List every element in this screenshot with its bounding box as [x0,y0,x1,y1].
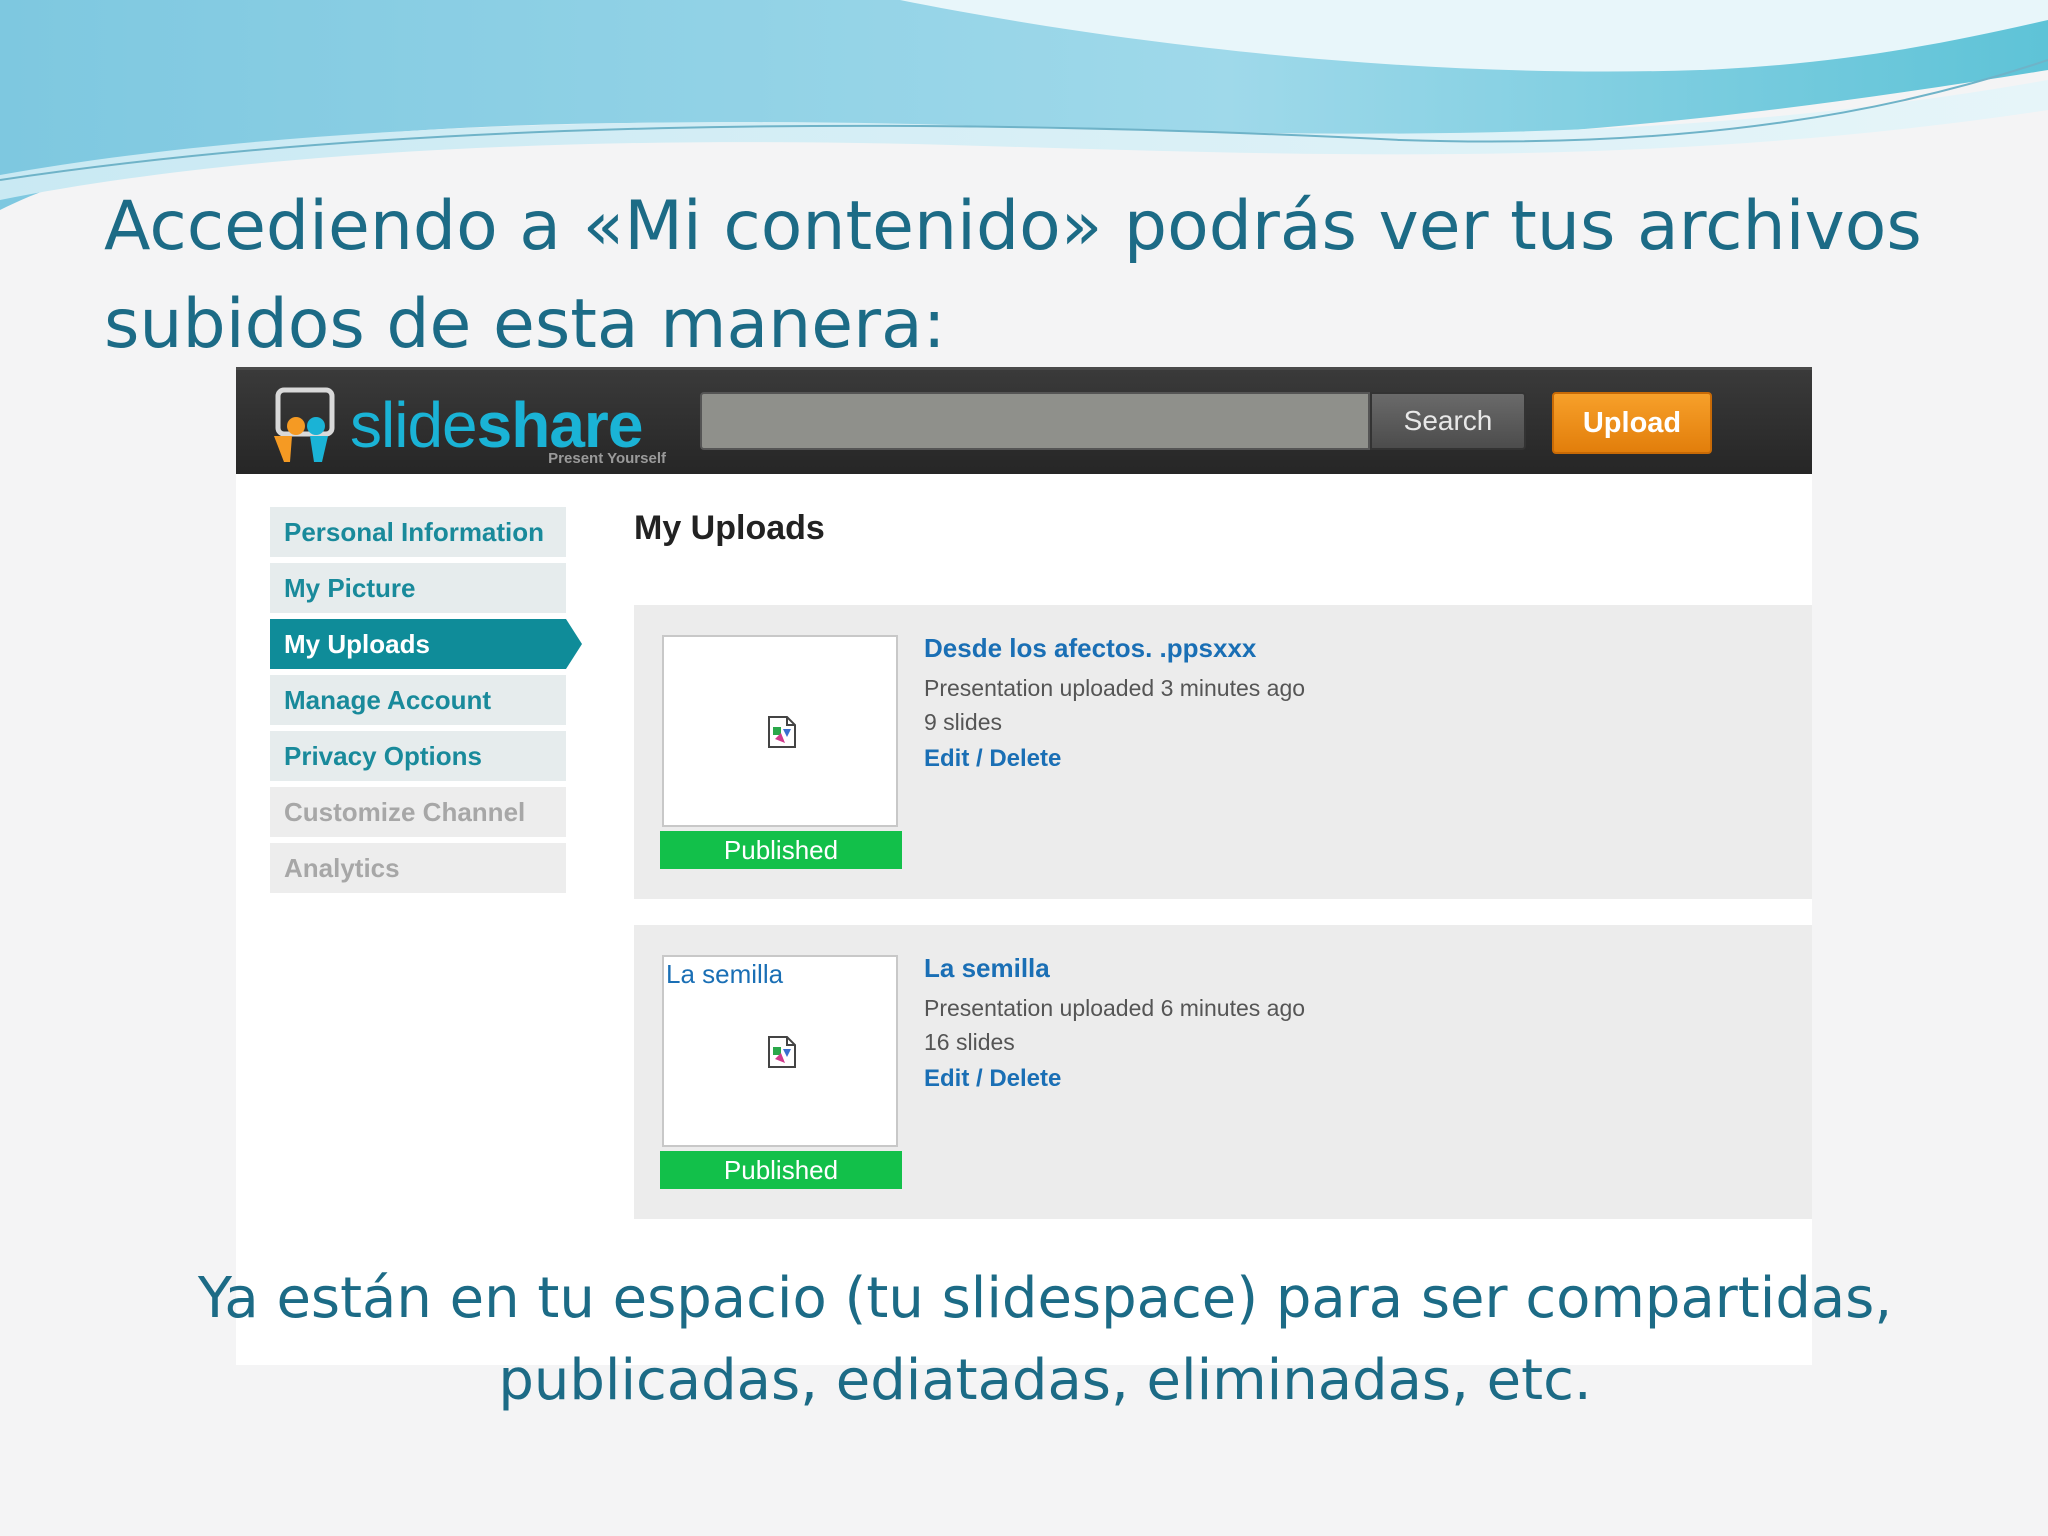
slide-count: 9 slides [924,709,1002,735]
sidebar-item-privacy-options[interactable]: Privacy Options [270,731,566,781]
edit-delete-link[interactable]: Edit / Delete [924,1065,1061,1093]
presentation-thumbnail[interactable] [662,635,898,827]
broken-image-icon [768,1036,796,1068]
upload-time: Presentation uploaded 3 minutes ago [924,675,1306,701]
slide-caption: Ya están en tu espacio (tu slidespace) p… [120,1258,1970,1422]
sidebar-item-personal-information[interactable]: Personal Information [270,507,566,557]
thumbnail-caption: La semilla [666,959,784,989]
top-navigation-bar: slideshare Present Yourself Search Uploa… [236,367,1812,474]
presentation-thumbnail[interactable]: La semilla [662,955,898,1147]
sidebar-item-my-picture[interactable]: My Picture [270,563,566,613]
sidebar-item-manage-account[interactable]: Manage Account [270,675,566,725]
slide-caption-line-1: Ya están en tu espacio (tu slidespace) p… [197,1266,1893,1331]
logo-tagline: Present Yourself [548,450,666,467]
upload-time: Presentation uploaded 6 minutes ago [924,995,1306,1021]
presentation-title-link[interactable]: La semilla [924,953,1050,984]
sidebar-item-customize-channel: Customize Channel [270,787,566,837]
search-button[interactable]: Search [1370,392,1526,450]
broken-image-icon [768,716,796,748]
search-input[interactable] [700,392,1370,450]
sidebar-item-my-uploads[interactable]: My Uploads [270,619,582,669]
slide-title-line-1: Accediendo a «Mi contenido» podrás ver t… [104,187,1922,266]
logo-wordmark-light: slide [350,389,478,461]
upload-item: La semilla Published La semilla Presenta… [634,925,1812,1219]
upload-button[interactable]: Upload [1552,392,1712,454]
slide-title: Accediendo a «Mi contenido» podrás ver t… [104,178,1964,374]
slide-title-line-2: subidos de esta manera: [104,285,946,364]
slideshare-logo[interactable]: slideshare Present Yourself [266,380,666,468]
slideshare-screenshot: slideshare Present Yourself Search Uploa… [236,367,1812,1365]
edit-delete-link[interactable]: Edit / Delete [924,745,1061,773]
slide-caption-line-2: publicadas, ediatadas, eliminadas, etc. [498,1348,1592,1413]
people-icon [274,387,335,462]
sidebar-item-analytics: Analytics [270,843,566,893]
status-badge: Published [660,831,902,869]
account-sidebar: Personal Information My Picture My Uploa… [270,507,600,899]
presentation-title-link[interactable]: Desde los afectos. .ppsxxx [924,633,1256,664]
status-badge: Published [660,1151,902,1189]
upload-item: Published Desde los afectos. .ppsxxx Pre… [634,605,1812,899]
page-title: My Uploads [634,509,825,547]
slide-count: 16 slides [924,1029,1015,1055]
